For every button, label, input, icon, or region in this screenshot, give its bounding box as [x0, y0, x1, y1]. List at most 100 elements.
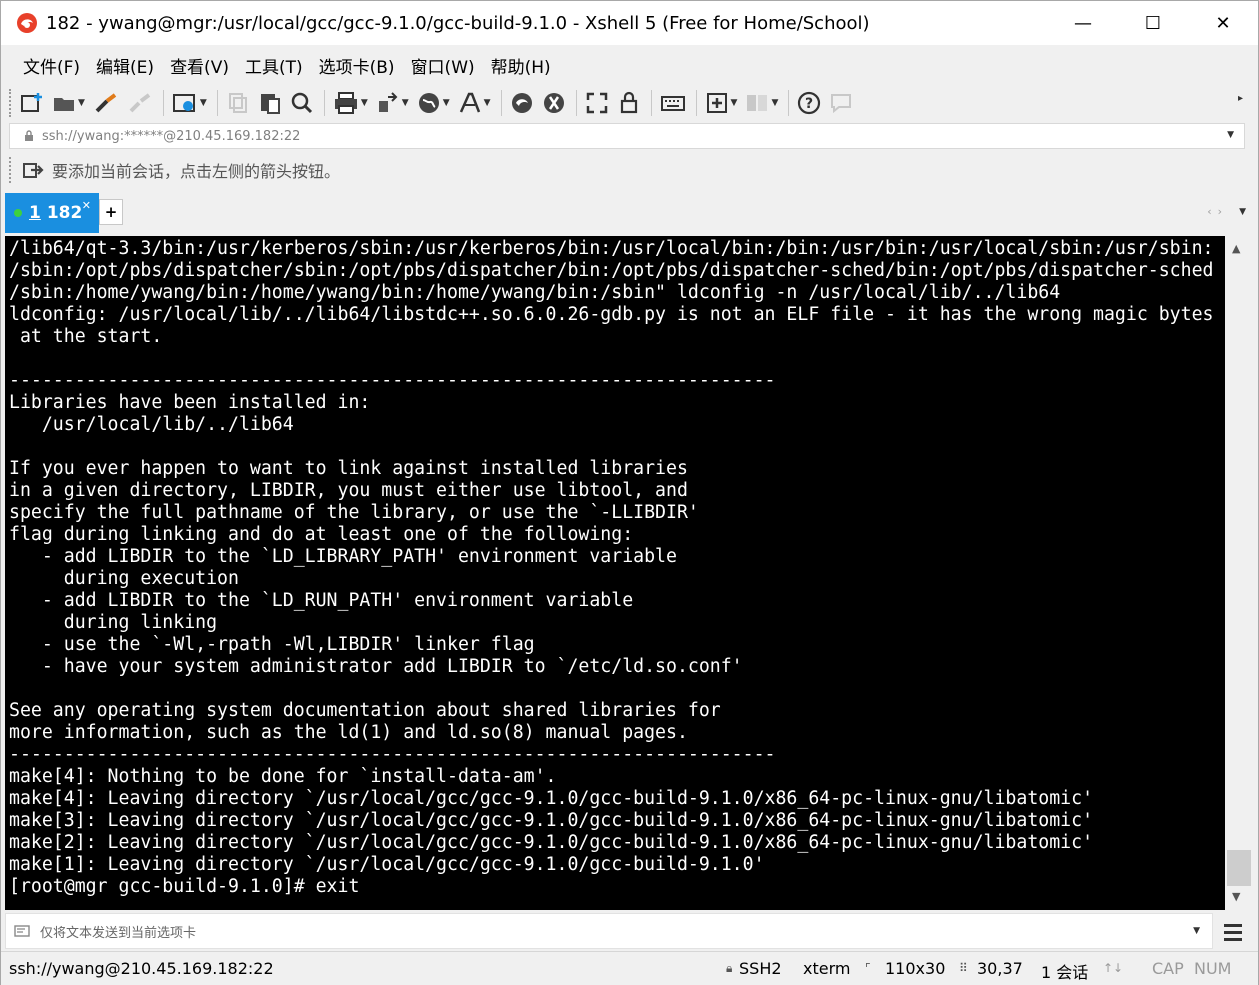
terminal-line: If you ever happen to want to link again…	[9, 458, 688, 479]
lock-icon	[25, 130, 33, 141]
reconnect-button[interactable]	[93, 88, 119, 118]
properties-button[interactable]: ▼	[172, 88, 207, 118]
font-icon	[459, 92, 480, 113]
window-controls: — ☐ ✕	[1048, 1, 1258, 45]
maximize-button[interactable]: ☐	[1118, 1, 1188, 45]
xmanager-button[interactable]	[542, 88, 566, 118]
toolbar-grip[interactable]	[9, 89, 12, 117]
font-button[interactable]: ▼	[458, 88, 491, 118]
terminal-line: make[4]: Nothing to be done for `install…	[9, 766, 557, 787]
terminal-line: specify the full pathname of the library…	[9, 502, 699, 523]
chevron-down-icon: ▼	[730, 98, 738, 108]
terminal-view[interactable]: /lib64/qt-3.3/bin:/usr/kerberos/sbin:/us…	[5, 236, 1225, 910]
new-session-button[interactable]	[20, 88, 44, 118]
scrollbar-thumb[interactable]	[1227, 850, 1251, 886]
terminal-line: ----------------------------------------…	[9, 744, 776, 765]
scroll-up-icon[interactable]: ▲	[1232, 242, 1240, 255]
compose-bar[interactable]: 仅将文本发送到当前选项卡 ▼	[5, 913, 1213, 949]
help-button[interactable]: ?	[797, 88, 821, 118]
menu-window[interactable]: 窗口(W)	[411, 53, 475, 78]
chevron-down-icon: ▼	[771, 98, 779, 108]
terminal-line: during linking	[9, 612, 218, 633]
cursor-position-icon: ⠿	[959, 961, 968, 975]
close-button[interactable]: ✕	[1188, 1, 1258, 45]
status-bar: ssh://ywang@210.45.169.182:22 🔒︎ SSH2 xt…	[1, 951, 1258, 985]
hint-grip[interactable]	[9, 157, 12, 183]
minimize-button[interactable]: —	[1048, 1, 1118, 45]
toolbar-separator	[162, 90, 164, 116]
globe-button[interactable]: ▼	[417, 88, 450, 118]
chevron-down-icon[interactable]: ▼	[1227, 130, 1234, 140]
new-tab-icon	[706, 93, 727, 113]
chevron-down-icon: ▼	[78, 98, 85, 108]
disconnect-icon	[129, 93, 151, 113]
compose-input[interactable]: 仅将文本发送到当前选项卡	[40, 922, 196, 941]
lock-button[interactable]	[617, 88, 641, 118]
toolbar-separator	[323, 90, 325, 116]
menu-tab[interactable]: 选项卡(B)	[319, 53, 395, 78]
terminal-output: /lib64/qt-3.3/bin:/usr/kerberos/sbin:/us…	[5, 236, 1225, 898]
disconnect-button[interactable]	[127, 88, 153, 118]
session-nav-arrows-icon[interactable]: ↑↓	[1103, 961, 1123, 975]
status-protocol: SSH2	[739, 959, 782, 978]
copy-button[interactable]	[226, 88, 250, 118]
status-terminal-type: xterm	[803, 959, 851, 978]
chevron-down-icon[interactable]: ▼	[1193, 926, 1200, 936]
status-connection: ssh://ywang@210.45.169.182:22	[9, 959, 274, 978]
status-sessions: 1 会话	[1041, 963, 1089, 982]
tab-scroll-arrows-icon[interactable]: ‹›	[1207, 205, 1228, 218]
status-caps: CAP	[1152, 959, 1184, 978]
tab-list-dropdown-icon[interactable]: ▼	[1239, 207, 1246, 217]
new-session-icon	[21, 93, 42, 112]
connected-status-icon	[14, 209, 22, 217]
terminal-line: make[2]: Leaving directory `/usr/local/g…	[9, 832, 1094, 853]
tab-182[interactable]: 1 182 ✕	[5, 193, 99, 233]
globe-icon	[418, 93, 439, 113]
address-bar[interactable]: ssh://ywang:******@210.45.169.182:22 ▼	[9, 123, 1245, 149]
menu-tools[interactable]: 工具(T)	[245, 53, 303, 78]
add-session-arrow-icon[interactable]	[22, 160, 44, 180]
properties-icon	[172, 94, 195, 112]
transfer-button[interactable]: ▼	[376, 88, 409, 118]
terminal-line: /sbin:/opt/pbs/dispatcher/sbin:/opt/pbs/…	[9, 260, 1214, 281]
tab-strip: 1 182 ✕ + ‹› ▼	[1, 193, 1258, 233]
toolbar-separator	[500, 90, 502, 116]
title-bar[interactable]: 182 - ywang@mgr:/usr/local/gcc/gcc-9.1.0…	[1, 1, 1258, 45]
menu-file[interactable]: 文件(F)	[23, 53, 80, 78]
chat-button[interactable]	[829, 88, 853, 118]
add-tab-button[interactable]: +	[99, 199, 123, 225]
terminal-line: more information, such as the ld(1) and …	[9, 722, 688, 743]
session-hint-bar: 要添加当前会话，点击左侧的箭头按钮。	[9, 153, 1245, 187]
new-tab-button[interactable]: ▼	[705, 88, 738, 118]
terminal-line: ldconfig: /usr/local/lib/../lib64/libstd…	[9, 304, 1214, 325]
terminal-line: - use the `-Wl,-rpath -Wl,LIBDIR' linker…	[9, 634, 535, 655]
keyboard-button[interactable]	[660, 88, 686, 118]
menu-help[interactable]: 帮助(H)	[491, 53, 551, 78]
print-button[interactable]: ▼	[333, 88, 368, 118]
xftp-icon	[511, 93, 532, 113]
open-button[interactable]: ▼	[52, 88, 85, 118]
find-button[interactable]	[290, 88, 314, 118]
close-tab-icon[interactable]: ✕	[82, 199, 91, 212]
menu-edit[interactable]: 编辑(E)	[96, 53, 154, 78]
paste-button[interactable]	[258, 88, 282, 118]
toolbar-overflow-icon[interactable]: ▸	[1238, 93, 1243, 104]
menu-view[interactable]: 查看(V)	[170, 53, 229, 78]
terminal-scrollbar[interactable]: ▲ ▼	[1226, 236, 1252, 910]
terminal-line: See any operating system documentation a…	[9, 700, 721, 721]
scroll-down-icon[interactable]: ▼	[1232, 890, 1240, 903]
terminal-line: at the start.	[9, 326, 163, 347]
xftp-button[interactable]	[510, 88, 534, 118]
menu-icon[interactable]	[1219, 919, 1247, 945]
fullscreen-button[interactable]	[585, 88, 609, 118]
terminal-line: /sbin:/home/ywang/bin:/home/ywang/bin:/h…	[9, 282, 1061, 303]
find-icon	[291, 92, 312, 114]
menu-bar: 文件(F) 编辑(E) 查看(V) 工具(T) 选项卡(B) 窗口(W) 帮助(…	[1, 49, 1258, 81]
open-folder-icon	[54, 98, 74, 111]
terminal-line: in a given directory, LIBDIR, you must e…	[9, 480, 688, 501]
chevron-down-icon: ▼	[401, 98, 409, 108]
terminal-line: flag during linking and do at least one …	[9, 524, 634, 545]
layout-button[interactable]: ▼	[745, 88, 778, 118]
